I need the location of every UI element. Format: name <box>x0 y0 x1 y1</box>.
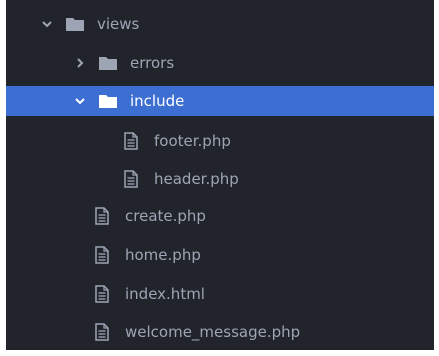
file-text-icon <box>95 207 109 225</box>
tree-file-create[interactable]: create.php <box>6 201 434 231</box>
file-text-icon <box>124 170 138 188</box>
tree-item-label: home.php <box>125 246 201 264</box>
chevron-right-icon[interactable] <box>73 56 87 70</box>
file-text-icon <box>95 323 109 341</box>
tree-item-label: include <box>130 92 185 110</box>
tree-file-header[interactable]: header.php <box>6 164 434 194</box>
tree-file-index[interactable]: index.html <box>6 279 434 309</box>
file-text-icon <box>95 246 109 264</box>
tree-item-label: errors <box>130 54 175 72</box>
tree-item-label: views <box>97 15 140 33</box>
folder-icon <box>99 94 117 108</box>
tree-file-footer[interactable]: footer.php <box>6 126 434 156</box>
chevron-down-icon[interactable] <box>40 17 54 31</box>
tree-folder-include[interactable]: include <box>6 86 434 116</box>
tree-file-welcome-message[interactable]: welcome_message.php <box>6 317 434 347</box>
tree-item-label: header.php <box>154 170 239 188</box>
tree-item-label: create.php <box>125 207 206 225</box>
tree-file-home[interactable]: home.php <box>6 240 434 270</box>
tree-item-label: footer.php <box>154 132 231 150</box>
file-tree-panel: views errors include footer.php header.p… <box>6 0 434 350</box>
file-text-icon <box>124 132 138 150</box>
tree-folder-views[interactable]: views <box>6 9 434 39</box>
tree-item-label: index.html <box>125 285 205 303</box>
file-text-icon <box>95 285 109 303</box>
folder-icon <box>66 17 84 31</box>
tree-folder-errors[interactable]: errors <box>6 48 434 78</box>
chevron-down-icon[interactable] <box>73 94 87 108</box>
tree-item-label: welcome_message.php <box>125 323 301 341</box>
folder-icon <box>99 56 117 70</box>
